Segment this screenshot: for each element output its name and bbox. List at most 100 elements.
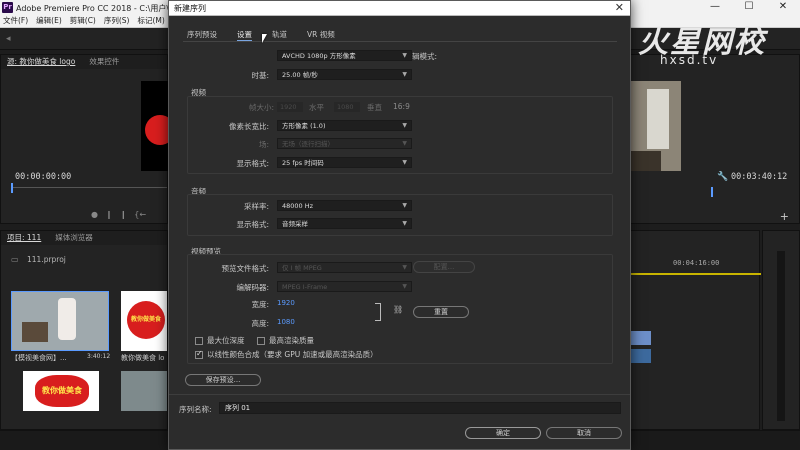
audio-level-meter [777, 251, 785, 421]
project-item-video-thumb[interactable] [11, 291, 109, 351]
timeline-panel: 00:04:16:00 [630, 230, 761, 430]
sample-rate-label: 采样率: [243, 202, 269, 211]
program-preview-image [631, 81, 681, 171]
tab-vr-video[interactable]: VR 视频 [307, 29, 335, 41]
menu-marker[interactable]: 标记(M) [137, 15, 164, 27]
source-timeline-ruler[interactable] [11, 187, 167, 188]
save-preset-button[interactable]: 保存预设... [185, 374, 261, 386]
timebase-select[interactable]: 25.00 帧/秒 ▼ [277, 69, 412, 80]
wrench-icon[interactable]: 🔧 [717, 172, 728, 182]
linear-color-checkbox[interactable]: 以线性颜色合成（要求 GPU 加速或最高渲染品质） [195, 349, 378, 360]
chevron-down-icon: ▼ [402, 220, 407, 227]
source-playhead[interactable] [11, 183, 13, 193]
project-folder-icon: ▭ [11, 255, 19, 264]
preview-format-select: 仅 I 帧 MPEG ▼ [277, 262, 412, 273]
menu-edit[interactable]: 编辑(E) [36, 15, 62, 27]
preview-height-label: 高度: [251, 319, 269, 328]
audio-display-format-label: 显示格式: [236, 220, 269, 229]
window-controls: — ☐ ✕ [698, 0, 800, 15]
minimize-icon[interactable]: — [698, 0, 732, 15]
fields-label: 场: [258, 140, 269, 149]
timebase-label: 时基: [251, 71, 269, 80]
dialog-tabs: 序列预设 设置 轨道 VR 视频 [187, 29, 335, 41]
tab-project[interactable]: 项目: 111 [7, 231, 41, 245]
chevron-down-icon: ▼ [402, 52, 407, 59]
timeline-ruler-time: 00:04:16:00 [673, 259, 720, 267]
sample-rate-select[interactable]: 48000 Hz ▼ [277, 200, 412, 211]
add-button-icon[interactable]: + [780, 210, 789, 223]
preview-width-label: 宽度: [251, 300, 269, 309]
timeline-work-area-bar[interactable] [631, 273, 761, 275]
audio-display-format-select[interactable]: 音频采样 ▼ [277, 218, 412, 229]
chain-link-icon[interactable]: ⛓ [393, 305, 403, 314]
pixel-aspect-label: 像素长宽比: [228, 122, 269, 131]
video-display-format-label: 显示格式: [236, 159, 269, 168]
tab-settings[interactable]: 设置 [237, 29, 252, 41]
dialog-close-icon[interactable]: ✕ [615, 1, 624, 15]
source-transport-controls[interactable]: ● ❙ ❙ {← [91, 210, 146, 219]
premiere-logo-icon: Pr [2, 2, 13, 13]
project-panel: 项目: 111 媒体浏览器 ▭ 111.prproj 【模视美食网】... 3:… [0, 230, 168, 430]
codec-select: MPEG I-Frame ▼ [277, 281, 412, 292]
program-playhead[interactable] [711, 187, 713, 197]
sequence-name-input[interactable]: 序列 01 [219, 402, 621, 414]
tab-sequence-presets[interactable]: 序列预设 [187, 29, 217, 41]
menu-sequence[interactable]: 序列(S) [104, 15, 130, 27]
mouse-cursor-icon [262, 34, 267, 43]
source-timecode[interactable]: 00:00:00:00 [15, 172, 71, 182]
preview-height-value[interactable]: 1080 [277, 318, 295, 326]
project-panel-tabs: 项目: 111 媒体浏览器 [1, 231, 167, 245]
project-file-name: 111.prproj [27, 255, 66, 264]
tab-tracks[interactable]: 轨道 [272, 29, 287, 41]
workspace-icon[interactable]: ◂ [6, 34, 11, 44]
timeline-clip-video[interactable] [631, 331, 651, 345]
preview-format-label: 预览文件格式: [221, 264, 269, 273]
project-item-label[interactable]: 【模视美食网】... [11, 353, 67, 363]
video-display-format-select[interactable]: 25 fps 时间码 ▼ [277, 157, 412, 168]
max-bit-depth-checkbox[interactable]: 最大位深度 [195, 335, 245, 346]
tabs-divider [183, 41, 617, 42]
frame-width-field: 1920 [277, 102, 303, 112]
tab-source[interactable]: 源: 教你做美食 logo [7, 55, 75, 69]
fields-select: 无场（逐行扫描） ▼ [277, 138, 412, 149]
tab-effect-controls[interactable]: 效果控件 [89, 55, 119, 69]
project-item-video-thumb-2[interactable] [121, 371, 167, 411]
maximize-icon[interactable]: ☐ [732, 0, 766, 15]
timeline-clip-audio[interactable] [631, 349, 651, 363]
configure-button: 配置... [413, 261, 475, 273]
ok-button[interactable]: 确定 [465, 427, 541, 439]
project-item-label-2[interactable]: 教你做美食 lo [121, 353, 169, 363]
pixel-aspect-select[interactable]: 方形像素 (1.0) ▼ [277, 120, 412, 131]
link-bracket [375, 303, 381, 321]
menu-clip[interactable]: 剪辑(C) [70, 15, 96, 27]
frame-height-field: 1080 [334, 102, 360, 112]
preview-width-value[interactable]: 1920 [277, 299, 295, 307]
edit-mode-select[interactable]: AVCHD 1080p 方形像素 ▼ [277, 50, 412, 61]
dialog-divider [169, 394, 630, 395]
frame-size-label: 帧大小: [248, 103, 274, 112]
horizontal-label: 水平 [309, 103, 324, 112]
chevron-down-icon: ▼ [402, 159, 407, 166]
source-panel-tabs: 源: 教你做美食 logo 效果控件 [1, 55, 167, 69]
cancel-button[interactable]: 取消 [546, 427, 622, 439]
dialog-titlebar: 新建序列 ✕ [169, 1, 630, 16]
project-item-logo-thumb[interactable]: 教你做美食 [121, 291, 167, 351]
new-sequence-dialog: 新建序列 ✕ 序列预设 设置 轨道 VR 视频 编辑模式: AVCHD 1080… [168, 0, 631, 450]
chevron-down-icon: ▼ [402, 264, 407, 271]
program-timecode[interactable]: 00:03:40:12 [731, 172, 787, 182]
sequence-name-label: 序列名称: [179, 405, 212, 414]
program-monitor-panel: 🔧 00:03:40:12 + [630, 54, 800, 224]
project-item-logo-thumb-2[interactable]: 教你做美食 [23, 371, 99, 411]
menu-file[interactable]: 文件(F) [3, 15, 28, 27]
chevron-down-icon: ▼ [402, 140, 407, 147]
aspect-ratio-text: 16:9 [393, 102, 410, 111]
checkbox-checked-icon [195, 349, 203, 359]
vertical-label: 垂直 [367, 103, 382, 112]
project-item-duration: 3:40:12 [87, 353, 111, 360]
reset-button[interactable]: 重置 [413, 306, 469, 318]
checkbox-icon [257, 336, 265, 345]
max-render-quality-checkbox[interactable]: 最高渲染质量 [257, 335, 314, 346]
close-icon[interactable]: ✕ [766, 0, 800, 15]
dialog-title: 新建序列 [174, 4, 206, 13]
tab-media-browser[interactable]: 媒体浏览器 [55, 231, 93, 245]
